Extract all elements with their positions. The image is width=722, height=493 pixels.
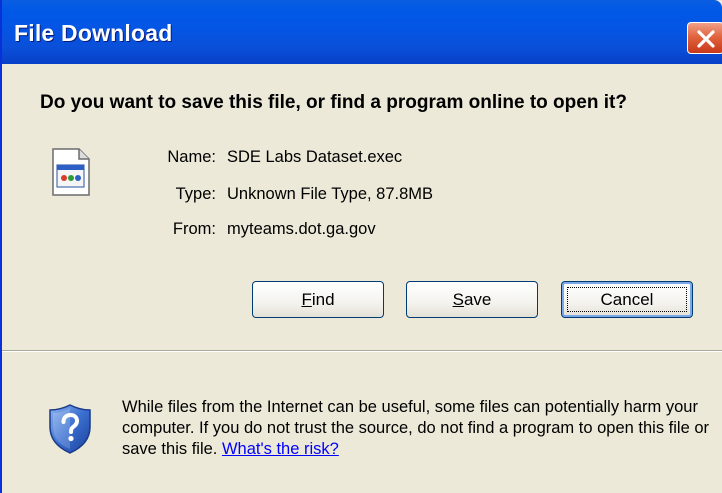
cancel-button[interactable]: Cancel (561, 281, 693, 318)
shield-question-icon (49, 404, 91, 454)
save-button[interactable]: Save (406, 281, 538, 318)
file-icon (52, 148, 90, 196)
file-from-label: From: (172, 220, 216, 238)
close-button[interactable] (687, 22, 722, 54)
warning-text: While files from the Internet can be use… (122, 398, 709, 458)
save-label: ave (463, 289, 492, 309)
window-title: File Download (14, 20, 173, 46)
file-name-value: SDE Labs Dataset.exec (227, 148, 403, 166)
file-name-label: Name: (167, 148, 216, 166)
find-button[interactable]: Find (252, 281, 384, 318)
whats-the-risk-link[interactable]: What's the risk? (222, 440, 339, 458)
close-icon (697, 30, 715, 48)
focus-rectangle (567, 287, 687, 312)
title-bar[interactable]: File Download (2, 0, 722, 64)
file-from-value: myteams.dot.ga.gov (227, 220, 376, 238)
dialog-question: Do you want to save this file, or find a… (40, 92, 627, 113)
file-download-dialog: File Download Do you want to save this f… (0, 0, 722, 493)
file-type-label: Type: (175, 185, 216, 203)
find-label: ind (311, 289, 335, 309)
save-mnemonic: S (452, 289, 464, 309)
warning-message: While files from the Internet can be use… (122, 397, 712, 460)
find-mnemonic: F (301, 289, 312, 309)
file-type-value: Unknown File Type, 87.8MB (227, 185, 434, 203)
